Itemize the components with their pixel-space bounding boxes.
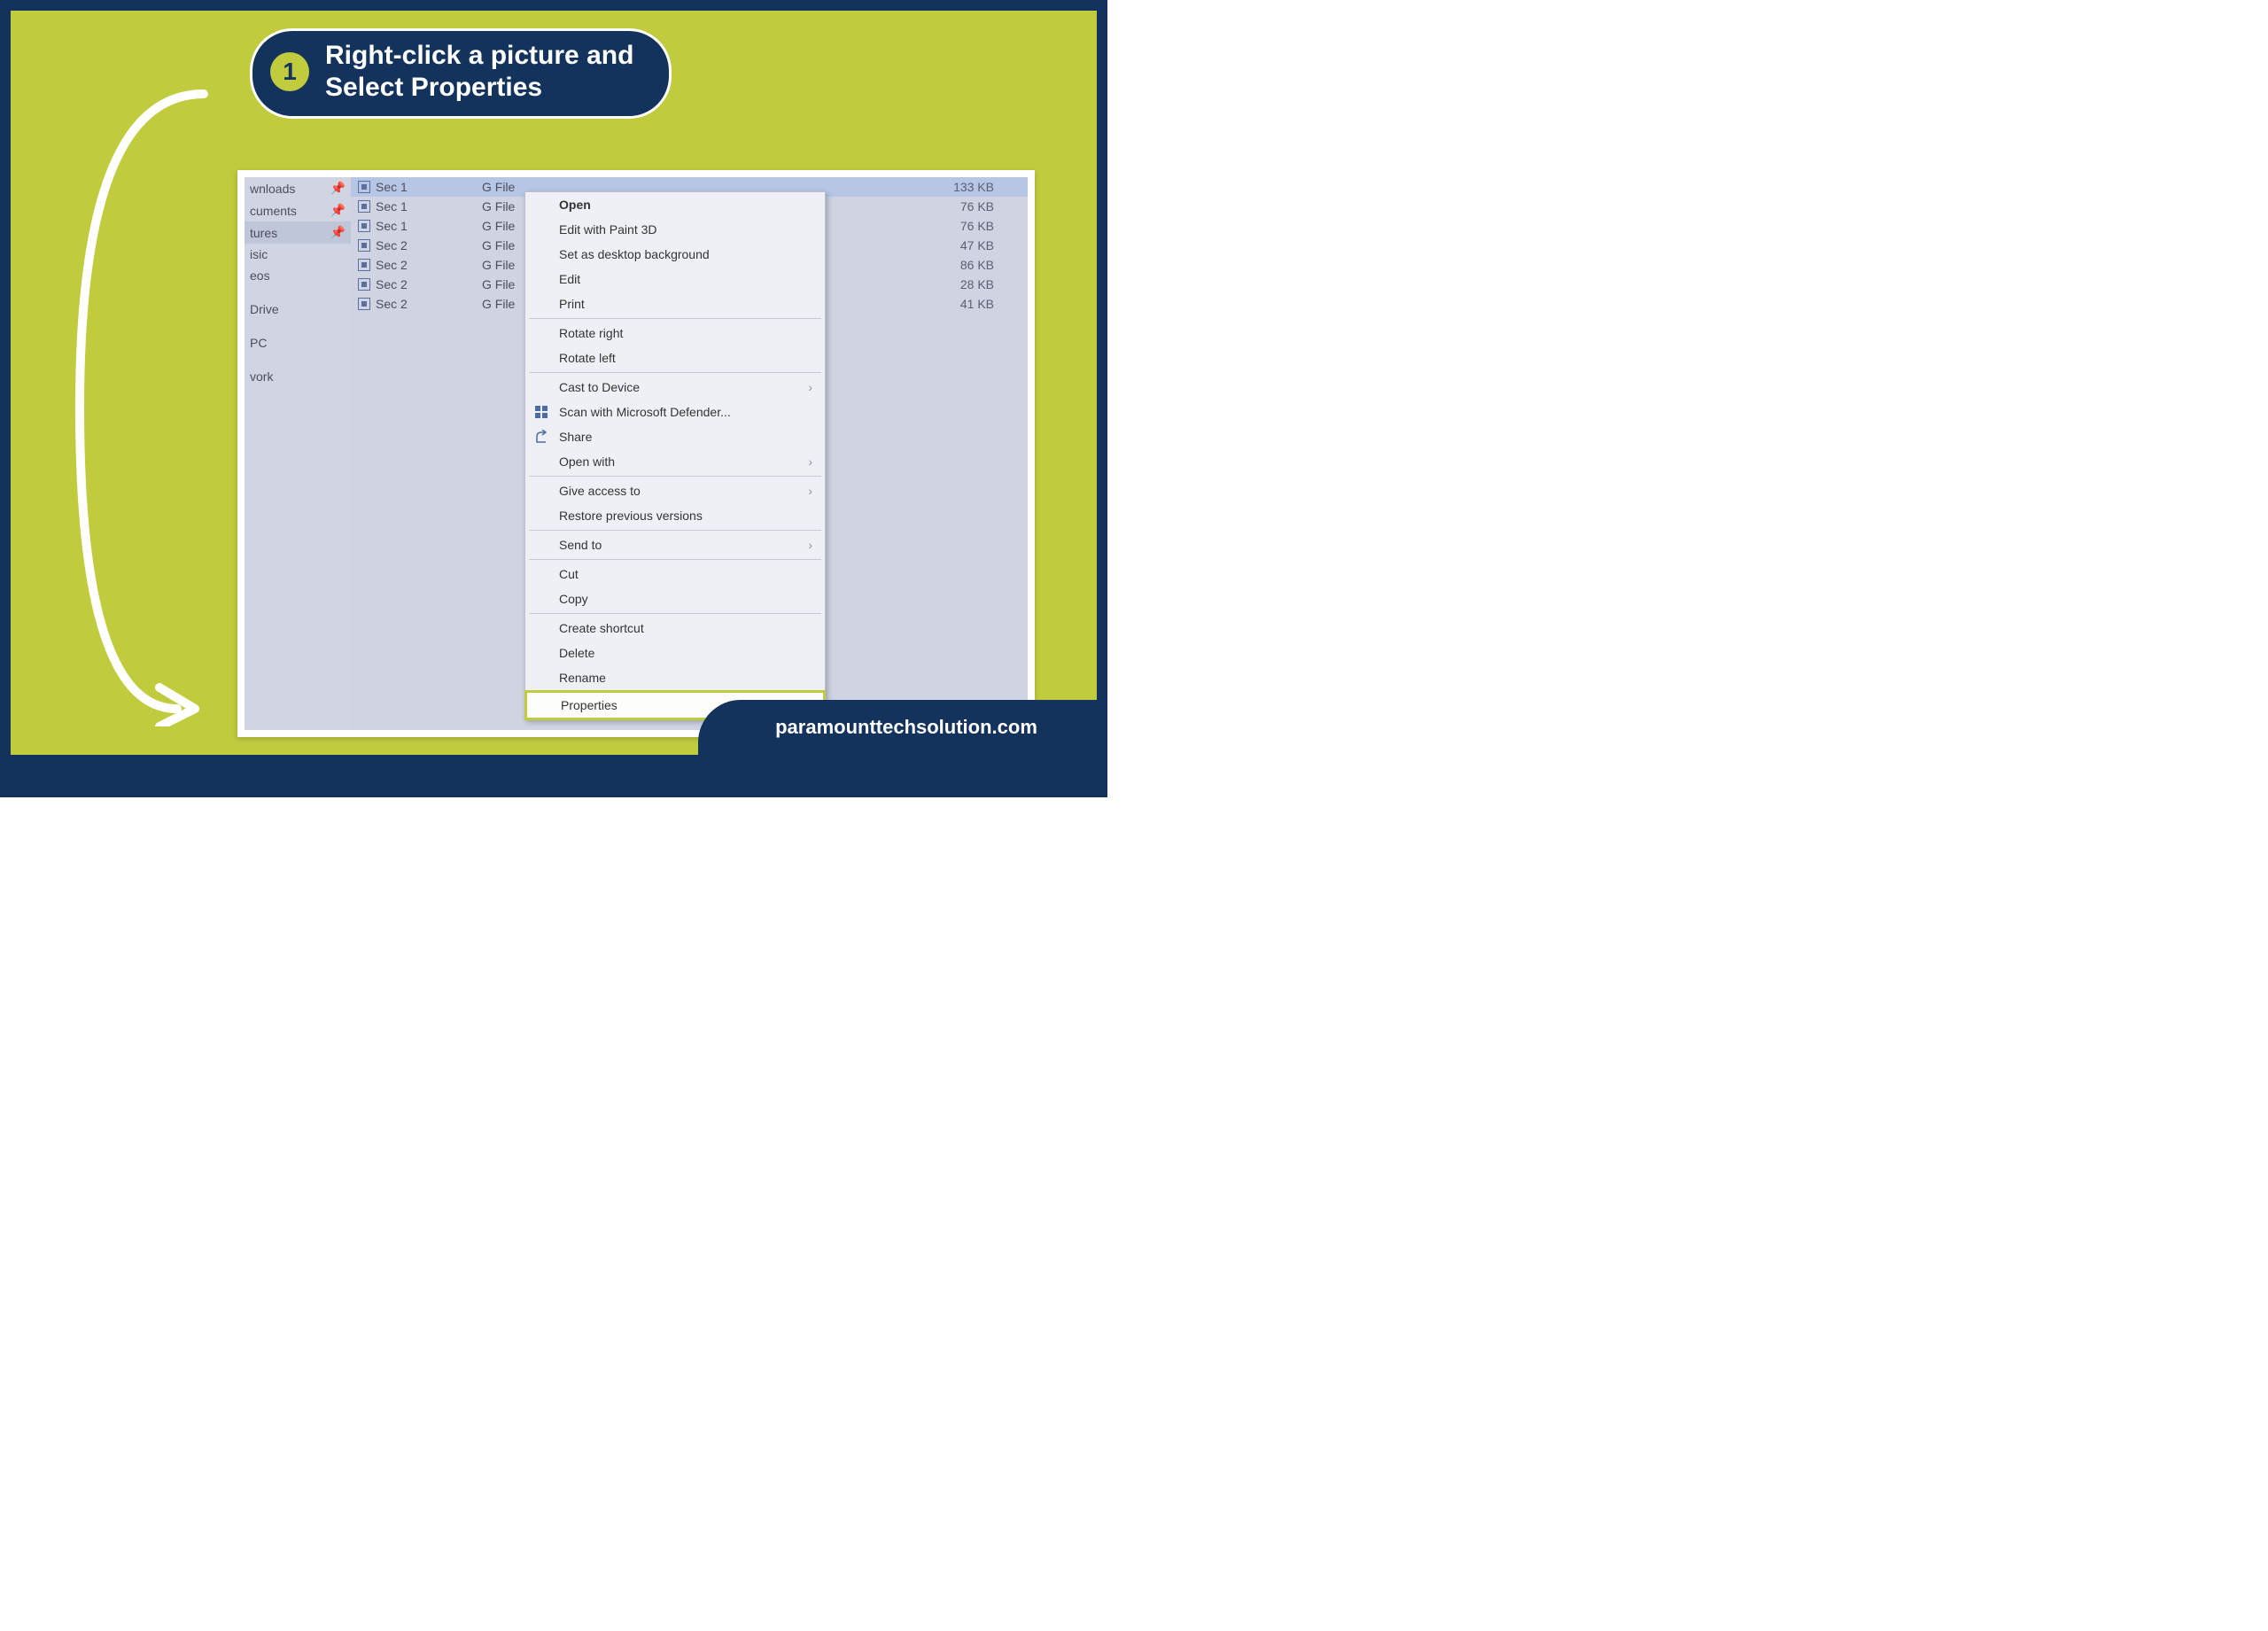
file-name: Sec 2	[358, 238, 473, 252]
menu-rotate-right[interactable]: Rotate right	[525, 321, 825, 346]
sidebar-item[interactable]: PC	[245, 332, 351, 353]
file-size: 41 KB	[932, 297, 994, 311]
file-icon	[358, 200, 370, 213]
menu-scan-defender[interactable]: Scan with Microsoft Defender...	[525, 400, 825, 424]
file-icon	[358, 278, 370, 291]
sidebar-item[interactable]: eos	[245, 265, 351, 286]
chevron-right-icon: ›	[808, 484, 812, 498]
sidebar-item[interactable]: vork	[245, 366, 351, 387]
menu-separator	[529, 530, 821, 531]
sidebar-label: wnloads	[250, 182, 295, 196]
menu-edit[interactable]: Edit	[525, 267, 825, 291]
file-size: 76 KB	[932, 199, 994, 214]
shield-icon	[534, 405, 548, 419]
pin-icon: 📌	[330, 225, 346, 240]
menu-set-background[interactable]: Set as desktop background	[525, 242, 825, 267]
pin-icon: 📌	[330, 203, 346, 218]
file-icon	[358, 239, 370, 252]
sidebar-item[interactable]: Drive	[245, 299, 351, 320]
menu-delete[interactable]: Delete	[525, 641, 825, 665]
file-size: 47 KB	[932, 238, 994, 252]
menu-cast-to-device[interactable]: Cast to Device›	[525, 375, 825, 400]
file-name: Sec 2	[358, 277, 473, 291]
pin-icon: 📌	[330, 181, 346, 196]
menu-separator	[529, 476, 821, 477]
file-name: Sec 2	[358, 297, 473, 311]
file-name: Sec 1	[358, 199, 473, 214]
sidebar-label: vork	[250, 369, 273, 384]
menu-cut[interactable]: Cut	[525, 562, 825, 586]
sidebar-label: PC	[250, 336, 267, 350]
menu-open-with[interactable]: Open with›	[525, 449, 825, 474]
chevron-right-icon: ›	[808, 380, 812, 394]
menu-copy[interactable]: Copy	[525, 586, 825, 611]
file-explorer: wnloads 📌 cuments 📌 tures 📌 isic eos Drive PC vork…	[245, 177, 1028, 730]
menu-separator	[529, 613, 821, 614]
file-list: Sec 1G File133 KBSec 1G File76 KBSec 1G …	[351, 177, 1028, 730]
curve-arrow-icon	[71, 89, 213, 726]
sidebar-item[interactable]: tures 📌	[245, 221, 351, 244]
menu-restore-versions[interactable]: Restore previous versions	[525, 503, 825, 528]
menu-send-to[interactable]: Send to›	[525, 532, 825, 557]
slide-frame: 1 Right-click a picture and Select Prope…	[0, 0, 1107, 797]
menu-give-access[interactable]: Give access to›	[525, 478, 825, 503]
menu-rotate-left[interactable]: Rotate left	[525, 346, 825, 370]
menu-separator	[529, 559, 821, 560]
chevron-right-icon: ›	[808, 454, 812, 469]
sidebar-label: tures	[250, 226, 277, 240]
menu-create-shortcut[interactable]: Create shortcut	[525, 616, 825, 641]
file-icon	[358, 298, 370, 310]
sidebar-item[interactable]: isic	[245, 244, 351, 265]
explorer-sidebar: wnloads 📌 cuments 📌 tures 📌 isic eos Drive PC vork	[245, 177, 351, 730]
context-menu: Open Edit with Paint 3D Set as desktop b…	[524, 191, 826, 720]
screenshot-panel: wnloads 📌 cuments 📌 tures 📌 isic eos Drive PC vork…	[237, 170, 1035, 737]
file-icon	[358, 259, 370, 271]
slide-body: 1 Right-click a picture and Select Prope…	[11, 11, 1097, 755]
footer-url: paramounttechsolution.com	[698, 700, 1097, 755]
file-icon	[358, 220, 370, 232]
step-title: Right-click a picture and Select Propert…	[325, 40, 633, 104]
share-icon	[534, 430, 548, 444]
menu-share[interactable]: Share	[525, 424, 825, 449]
step-title-line2: Select Properties	[325, 72, 633, 104]
step-banner: 1 Right-click a picture and Select Prope…	[250, 28, 672, 119]
menu-edit-paint3d[interactable]: Edit with Paint 3D	[525, 217, 825, 242]
sidebar-label: Drive	[250, 302, 279, 316]
sidebar-item[interactable]: wnloads 📌	[245, 177, 351, 199]
file-size: 133 KB	[932, 180, 994, 194]
file-size: 76 KB	[932, 219, 994, 233]
file-name: Sec 1	[358, 219, 473, 233]
file-name: Sec 2	[358, 258, 473, 272]
menu-rename[interactable]: Rename	[525, 665, 825, 690]
file-size: 86 KB	[932, 258, 994, 272]
menu-open[interactable]: Open	[525, 192, 825, 217]
step-title-line1: Right-click a picture and	[325, 40, 633, 72]
sidebar-label: cuments	[250, 204, 297, 218]
sidebar-item[interactable]: cuments 📌	[245, 199, 351, 221]
sidebar-label: eos	[250, 268, 270, 283]
sidebar-label: isic	[250, 247, 268, 261]
file-size: 28 KB	[932, 277, 994, 291]
menu-separator	[529, 372, 821, 373]
step-number: 1	[270, 52, 309, 91]
file-icon	[358, 181, 370, 193]
menu-print[interactable]: Print	[525, 291, 825, 316]
menu-separator	[529, 318, 821, 319]
file-name: Sec 1	[358, 180, 473, 194]
chevron-right-icon: ›	[808, 538, 812, 552]
